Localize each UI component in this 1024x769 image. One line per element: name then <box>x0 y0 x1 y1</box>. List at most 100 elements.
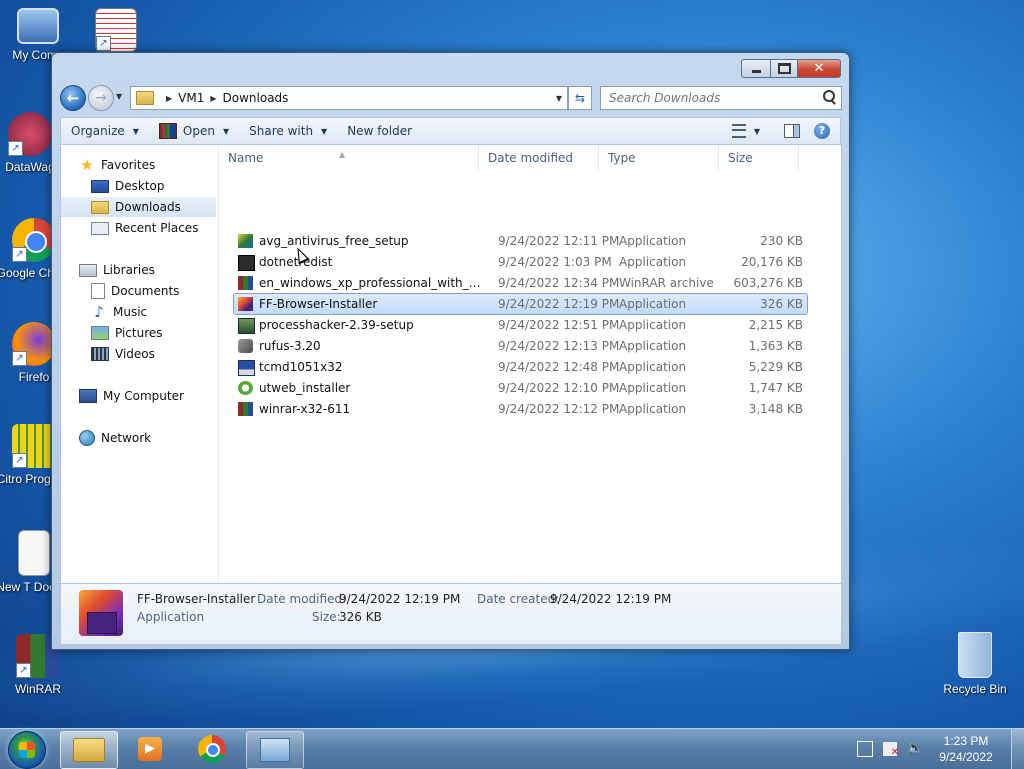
nav-pictures[interactable]: Pictures <box>91 323 163 343</box>
file-row[interactable]: avg_antivirus_free_setup 9/24/2022 12:11… <box>234 231 807 251</box>
search-box[interactable] <box>600 86 842 110</box>
column-header-date-modified[interactable]: Date modified <box>479 145 599 171</box>
column-label: Type <box>608 151 636 165</box>
explorer-icon <box>73 738 105 762</box>
back-button[interactable]: ← <box>60 85 86 111</box>
breadcrumb-vm1[interactable]: VM1 <box>178 91 204 105</box>
pictures-icon <box>91 326 109 340</box>
nav-label: Network <box>101 431 152 445</box>
nav-my-computer[interactable]: My Computer <box>79 386 184 406</box>
details-date-created-label: Date created: <box>477 592 560 606</box>
nav-desktop[interactable]: Desktop <box>91 176 165 196</box>
column-headers: Name ▲ Date modified Type Size <box>219 145 841 171</box>
organize-button[interactable]: Organize ▼ <box>61 124 149 138</box>
desktop-icon-recycle-bin[interactable]: Recycle Bin <box>937 632 1013 696</box>
clock[interactable]: 1:23 PM 9/24/2022 <box>931 733 1001 765</box>
search-icon[interactable] <box>823 90 835 102</box>
action-center-icon[interactable] <box>857 741 873 757</box>
file-date: 9/24/2022 12:13 PM <box>498 339 620 353</box>
column-header-type[interactable]: Type <box>599 145 719 171</box>
breadcrumb-separator-icon[interactable]: ▶ <box>166 94 172 103</box>
breadcrumb-downloads[interactable]: Downloads <box>223 91 289 105</box>
maximize-icon <box>777 63 791 74</box>
command-bar: Organize ▼ Open ▼ Share with ▼ New folder ▼… <box>60 117 841 144</box>
file-type: Application <box>619 360 687 374</box>
minimize-button[interactable] <box>741 59 771 78</box>
citro-icon: ↗ <box>12 424 56 468</box>
content-area: ★ Favorites Desktop Downloads Recent Plac… <box>60 144 842 584</box>
search-input[interactable] <box>607 90 811 106</box>
open-label: Open <box>182 124 215 138</box>
breadcrumb-separator-icon[interactable]: ▶ <box>210 94 216 103</box>
file-row-selected[interactable]: FF-Browser-Installer 9/24/2022 12:19 PM … <box>233 293 808 315</box>
help-icon[interactable]: ? <box>814 123 830 139</box>
file-name: dotnetredist <box>259 255 333 269</box>
desktop-icon-label: WinRAR <box>14 682 61 696</box>
control-panel-icon <box>260 738 290 762</box>
firefox-icon: ↗ <box>12 322 56 366</box>
nav-downloads[interactable]: Downloads <box>61 197 216 217</box>
file-type: Application <box>619 234 687 248</box>
clock-date: 9/24/2022 <box>939 750 993 764</box>
file-name: processhacker-2.39-setup <box>259 318 414 332</box>
file-row[interactable]: rufus-3.20 9/24/2022 12:13 PM Applicatio… <box>234 336 807 356</box>
maximize-button[interactable] <box>771 59 798 78</box>
open-button[interactable]: Open ▼ <box>149 123 239 139</box>
share-with-button[interactable]: Share with ▼ <box>239 124 337 138</box>
column-header-size[interactable]: Size <box>719 145 799 171</box>
start-button[interactable] <box>8 731 46 769</box>
shortcut-arrow-icon: ↗ <box>8 141 23 156</box>
preview-pane-icon[interactable] <box>784 124 800 138</box>
file-row[interactable]: processhacker-2.39-setup 9/24/2022 12:51… <box>234 315 807 335</box>
column-label: Size <box>728 151 753 165</box>
file-row[interactable]: en_windows_xp_professional_with_servic..… <box>234 273 807 293</box>
address-bar[interactable]: ▶ VM1 ▶ Downloads ▼ <box>130 86 568 110</box>
file-name: rufus-3.20 <box>259 339 321 353</box>
taskbar-chrome-button[interactable] <box>184 731 240 767</box>
chevron-down-icon[interactable]: ▼ <box>754 127 760 136</box>
nav-network[interactable]: Network <box>79 428 151 448</box>
nav-videos[interactable]: Videos <box>91 344 155 364</box>
file-size: 5,229 KB <box>748 360 803 374</box>
chrome-icon: ↗ <box>12 218 56 262</box>
shortcut-arrow-icon: ↗ <box>12 247 27 262</box>
music-note-icon: ♪ <box>94 303 104 321</box>
recent-pages-dropdown-icon[interactable]: ▼ <box>116 92 122 101</box>
document-icon: ↗ <box>95 8 137 52</box>
close-button[interactable]: ✕ <box>798 59 841 78</box>
nav-label: Pictures <box>115 326 163 340</box>
file-row[interactable]: dotnetredist 9/24/2022 1:03 PM Applicati… <box>234 252 807 272</box>
firefox-installer-icon <box>79 590 123 636</box>
file-row[interactable]: winrar-x32-611 9/24/2022 12:12 PM Applic… <box>234 399 807 419</box>
forward-button[interactable]: → <box>88 85 114 111</box>
nav-libraries[interactable]: Libraries <box>79 260 155 280</box>
volume-icon[interactable]: 🔈 <box>907 742 923 756</box>
file-list: Name ▲ Date modified Type Size avg_antivi… <box>219 145 841 583</box>
taskbar-control-panel-button[interactable] <box>246 731 304 769</box>
view-controls: ▼ ? <box>731 123 840 139</box>
nav-documents[interactable]: Documents <box>91 281 179 301</box>
network-icon <box>79 430 95 446</box>
file-name: tcmd1051x32 <box>259 360 343 374</box>
desktop-icon-document[interactable]: ↗ <box>78 8 154 56</box>
taskbar-explorer-button[interactable] <box>60 731 118 769</box>
nav-music[interactable]: ♪ Music <box>91 302 147 322</box>
show-desktop-button[interactable] <box>1011 729 1024 769</box>
computer-icon <box>79 389 97 403</box>
new-folder-button[interactable]: New folder <box>337 124 422 138</box>
taskbar-media-player-button[interactable]: ▶ <box>122 731 178 767</box>
file-row[interactable]: tcmd1051x32 9/24/2022 12:48 PM Applicati… <box>234 357 807 377</box>
refresh-button[interactable]: ⇆ <box>568 86 592 110</box>
address-dropdown-icon[interactable]: ▼ <box>556 94 562 103</box>
column-header-name[interactable]: Name ▲ <box>219 145 479 171</box>
file-row[interactable]: utweb_installer 9/24/2022 12:10 PM Appli… <box>234 378 807 398</box>
change-view-icon[interactable] <box>731 124 746 138</box>
chevron-down-icon: ▼ <box>132 126 139 136</box>
file-date: 9/24/2022 12:11 PM <box>498 234 620 248</box>
file-name: en_windows_xp_professional_with_servic..… <box>259 276 485 290</box>
network-disconnected-icon[interactable]: ✕ <box>883 742 899 758</box>
nav-favorites[interactable]: ★ Favorites <box>79 155 155 175</box>
file-name: winrar-x32-611 <box>259 402 351 416</box>
close-icon: ✕ <box>813 61 825 76</box>
nav-recent-places[interactable]: Recent Places <box>91 218 198 238</box>
